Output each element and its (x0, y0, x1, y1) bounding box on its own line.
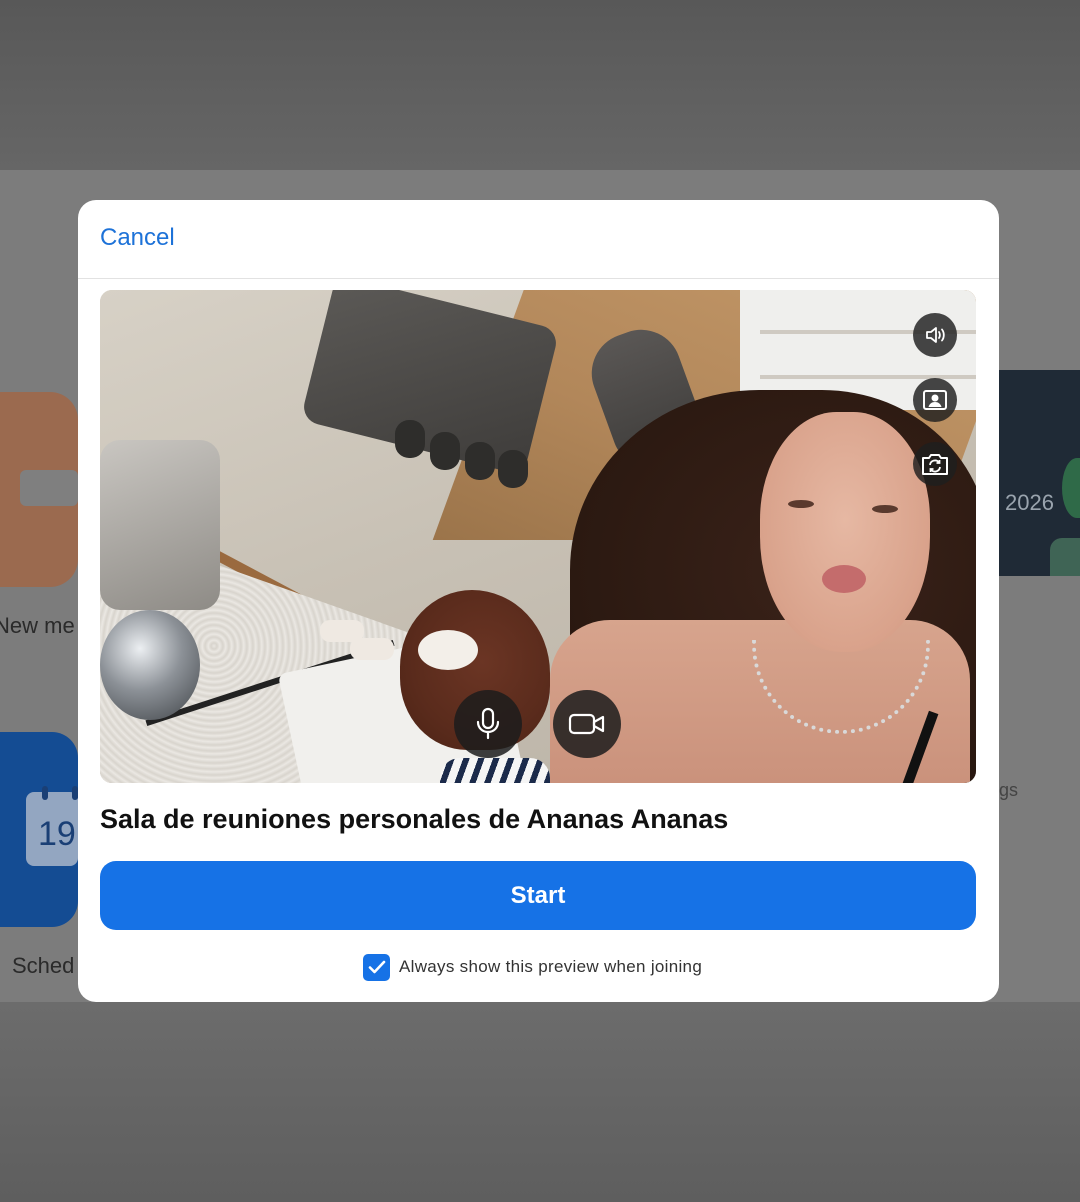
speaker-button[interactable] (913, 313, 957, 357)
always-show-preview-checkbox[interactable] (363, 953, 390, 981)
camera-feed-table (465, 442, 495, 480)
background-top (0, 0, 1080, 170)
camera-feed-person (760, 412, 930, 652)
settings-label: gs (999, 780, 1019, 800)
camera-feed-table (430, 432, 460, 470)
camera-feed-lamp (100, 610, 200, 720)
room-title: Sala de reuniones personales de Ananas A… (100, 804, 729, 834)
dialog-header: Cancel (78, 200, 999, 279)
camera-switch-icon (922, 454, 948, 475)
preview-dialog: Cancel Sala de reuniones personales de A… (78, 200, 999, 1002)
camera-feed-person (440, 758, 550, 783)
video-preview (100, 290, 976, 783)
camera-feed-dog (350, 638, 394, 660)
camera-feed-table (498, 450, 528, 488)
video-camera-icon (568, 713, 605, 735)
person-frame-icon (923, 390, 947, 410)
switch-camera-button[interactable] (913, 442, 957, 486)
calendar-year: 2026 (1005, 490, 1054, 515)
camera-feed-shelf (760, 375, 976, 379)
start-button[interactable]: Start (100, 861, 976, 930)
calendar-icon: 19 (26, 792, 78, 866)
camera-feed-person (788, 500, 814, 508)
camera-feed-dog (418, 630, 478, 670)
virtual-background-button[interactable] (913, 378, 957, 422)
background-bottom (0, 1002, 1080, 1202)
camera-feed-lamp (100, 440, 220, 610)
new-meeting-icon (20, 470, 78, 506)
camera-feed-person (872, 505, 898, 513)
cancel-button[interactable]: Cancel (100, 224, 175, 252)
plant-image (1050, 538, 1080, 576)
camera-feed-table (395, 420, 425, 458)
calendar-ring-icon (42, 786, 48, 800)
always-show-preview-option[interactable]: Always show this preview when joining (363, 952, 702, 982)
video-button[interactable] (553, 690, 621, 758)
speaker-icon (926, 327, 945, 343)
new-meeting-label: New me (0, 613, 75, 638)
camera-feed-person (822, 565, 866, 593)
microphone-button[interactable] (454, 690, 522, 758)
schedule-label: Sched (12, 953, 75, 978)
always-show-preview-label: Always show this preview when joining (399, 957, 703, 976)
checkmark-icon (368, 960, 385, 974)
microphone-icon (476, 707, 500, 740)
